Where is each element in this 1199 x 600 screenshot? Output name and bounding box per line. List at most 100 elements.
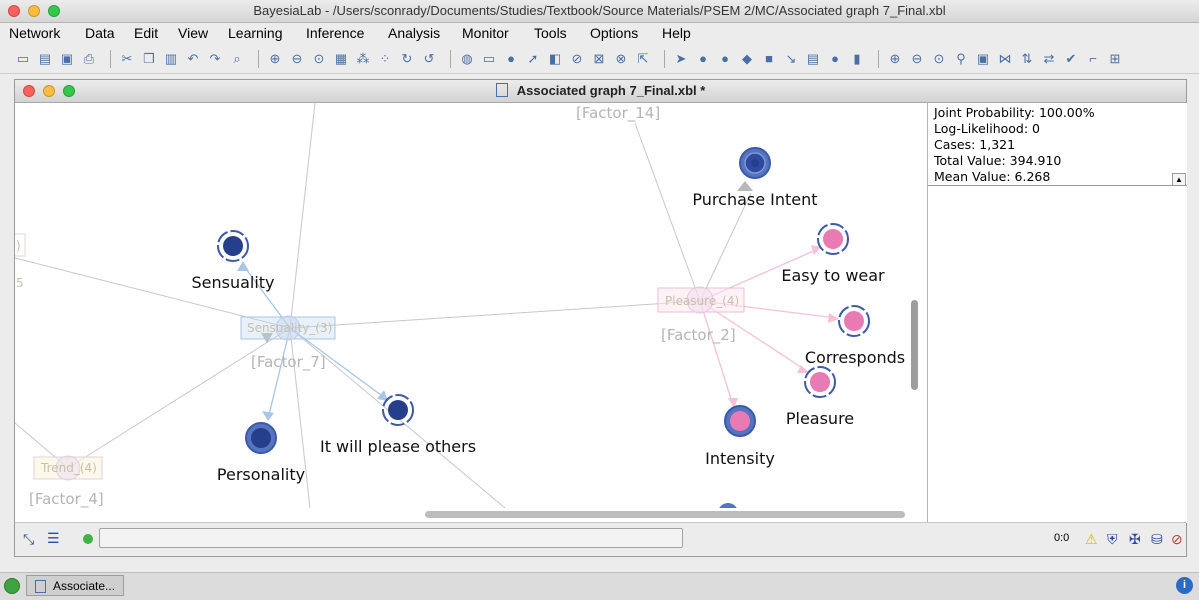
arrows-icon[interactable]: ⇅ <box>1019 51 1035 67</box>
node-pleasure: Pleasure <box>786 366 854 428</box>
progress-field <box>99 528 683 548</box>
paste-icon[interactable]: ▥ <box>163 51 179 67</box>
cases-count: Cases: 1,321 <box>934 137 1016 152</box>
display-icon[interactable]: ▭ <box>481 51 497 67</box>
document-window: Associated graph 7_Final.xbl * Sensualit… <box>14 79 1187 557</box>
doc-zoom-button[interactable] <box>63 85 75 97</box>
arrows-2-icon[interactable]: ⇄ <box>1041 51 1057 67</box>
menu-data[interactable]: Data <box>85 25 115 41</box>
list-icon[interactable]: ☰ <box>47 530 60 547</box>
menu-options[interactable]: Options <box>590 25 638 41</box>
link-icon[interactable]: ⚲ <box>953 51 969 67</box>
arrowhead <box>262 411 274 421</box>
menu-inference[interactable]: Inference <box>306 25 364 41</box>
find-icon[interactable]: ⌕ <box>229 51 245 67</box>
view-icon[interactable]: ⊠ <box>591 51 607 67</box>
arc-icon[interactable]: ↘ <box>783 51 799 67</box>
zoom-out-icon[interactable]: ⊖ <box>289 51 305 67</box>
position-counter: 0:0 <box>1054 532 1070 544</box>
pointer-icon[interactable]: ➤ <box>673 51 689 67</box>
layout-icon[interactable]: ⁂ <box>355 51 371 67</box>
zoom-window-button[interactable] <box>48 5 60 17</box>
factor-box-label: Trend_(4) <box>40 461 97 475</box>
open-icon[interactable]: ▤ <box>37 51 53 67</box>
node-corresponds: Corresponds <box>805 305 905 367</box>
square-icon[interactable]: ■ <box>761 51 777 67</box>
factor-name: [Factor_14] <box>576 104 660 123</box>
undo-icon[interactable]: ↶ <box>185 51 201 67</box>
flag-icon[interactable]: ⌐ <box>1085 51 1101 67</box>
node-icon[interactable]: ◍ <box>459 51 475 67</box>
copy-icon[interactable]: ❐ <box>141 51 157 67</box>
network-icon[interactable]: ⋈ <box>997 51 1013 67</box>
menu-help[interactable]: Help <box>662 25 691 41</box>
hide-icon[interactable]: ⊘ <box>569 51 585 67</box>
dock-window-label: Associate... <box>53 579 116 593</box>
node-label: Easy to wear <box>781 266 885 285</box>
menu-analysis[interactable]: Analysis <box>388 25 440 41</box>
doc-minimize-button[interactable] <box>43 85 55 97</box>
rotate-2-icon[interactable]: ↺ <box>421 51 437 67</box>
graph-canvas[interactable]: Sensuality_(3) [Factor_7] Pleasure_(4) [… <box>15 103 923 508</box>
menu-monitor[interactable]: Monitor <box>462 25 509 41</box>
zoom-3-icon[interactable]: ⊙ <box>931 51 947 67</box>
arrow-icon[interactable]: ➚ <box>525 51 541 67</box>
app-icon[interactable] <box>4 578 20 594</box>
select-icon[interactable]: ⇱ <box>635 51 651 67</box>
close-window-button[interactable] <box>8 5 20 17</box>
menu-network[interactable]: Network <box>9 25 60 41</box>
dock-window-item[interactable]: Associate... <box>26 575 124 596</box>
redo-icon[interactable]: ↷ <box>207 51 223 67</box>
diamond-icon[interactable]: ◆ <box>739 51 755 67</box>
node-add-icon[interactable]: ● <box>695 51 711 67</box>
new-icon[interactable]: ▭ <box>15 51 31 67</box>
horizontal-scrollbar[interactable] <box>425 511 905 518</box>
rotate-icon[interactable]: ↻ <box>399 51 415 67</box>
status-dot-icon <box>83 534 93 544</box>
graph-edge <box>699 300 734 406</box>
tools-icon[interactable]: ✠ <box>1129 531 1141 548</box>
note-icon[interactable]: ▤ <box>805 51 821 67</box>
disabled-icon[interactable]: ⊘ <box>1171 531 1183 548</box>
refresh-icon[interactable]: ⁘ <box>377 51 393 67</box>
color-icon[interactable]: ◧ <box>547 51 563 67</box>
menu-view[interactable]: View <box>178 25 208 41</box>
monitor-icon[interactable]: ▣ <box>975 51 991 67</box>
node-label: Personality <box>217 465 305 484</box>
plus-icon[interactable]: ⊞ <box>1107 51 1123 67</box>
trash-icon[interactable]: ▮ <box>849 51 865 67</box>
arrowhead <box>828 313 839 323</box>
info-icon[interactable]: i <box>1176 577 1193 594</box>
database-icon[interactable]: ⛁ <box>1151 531 1163 548</box>
node-circle-icon[interactable]: ● <box>717 51 733 67</box>
dock: Associate... i <box>0 572 1199 600</box>
gray-icon[interactable]: ● <box>827 51 843 67</box>
menu-tools[interactable]: Tools <box>534 25 567 41</box>
menu-learning[interactable]: Learning <box>228 25 283 41</box>
disabled-icon[interactable]: ⊗ <box>613 51 629 67</box>
graph-edge <box>634 122 701 302</box>
check-icon[interactable]: ✔ <box>1063 51 1079 67</box>
doc-close-button[interactable] <box>23 85 35 97</box>
graph-edge <box>289 300 701 329</box>
menu-edit[interactable]: Edit <box>134 25 158 41</box>
graph-svg: Sensuality_(3) [Factor_7] Pleasure_(4) [… <box>15 103 905 508</box>
shield-icon[interactable]: ⛨ <box>1107 531 1118 548</box>
node-personality: Personality <box>217 422 305 484</box>
minimize-window-button[interactable] <box>28 5 40 17</box>
zoom-in-icon[interactable]: ⊕ <box>267 51 283 67</box>
grid-icon[interactable]: ▦ <box>333 51 349 67</box>
circle-icon[interactable]: ● <box>503 51 519 67</box>
document-icon <box>495 83 508 97</box>
zoom-fit-icon[interactable]: ⊙ <box>311 51 327 67</box>
arc-mode-icon[interactable]: ⤡ <box>23 531 34 548</box>
zoom-out-2-icon[interactable]: ⊖ <box>909 51 925 67</box>
save-icon[interactable]: ▣ <box>59 51 75 67</box>
total-value: Total Value: 394.910 <box>934 153 1062 168</box>
print-icon[interactable]: ⎙ <box>81 51 97 67</box>
zoom-in-2-icon[interactable]: ⊕ <box>887 51 903 67</box>
collapse-panel-button[interactable]: ▲ <box>1172 173 1186 186</box>
vertical-scrollbar[interactable] <box>911 300 918 390</box>
warning-icon[interactable]: ⚠ <box>1085 531 1098 548</box>
cut-icon[interactable]: ✂ <box>119 51 135 67</box>
